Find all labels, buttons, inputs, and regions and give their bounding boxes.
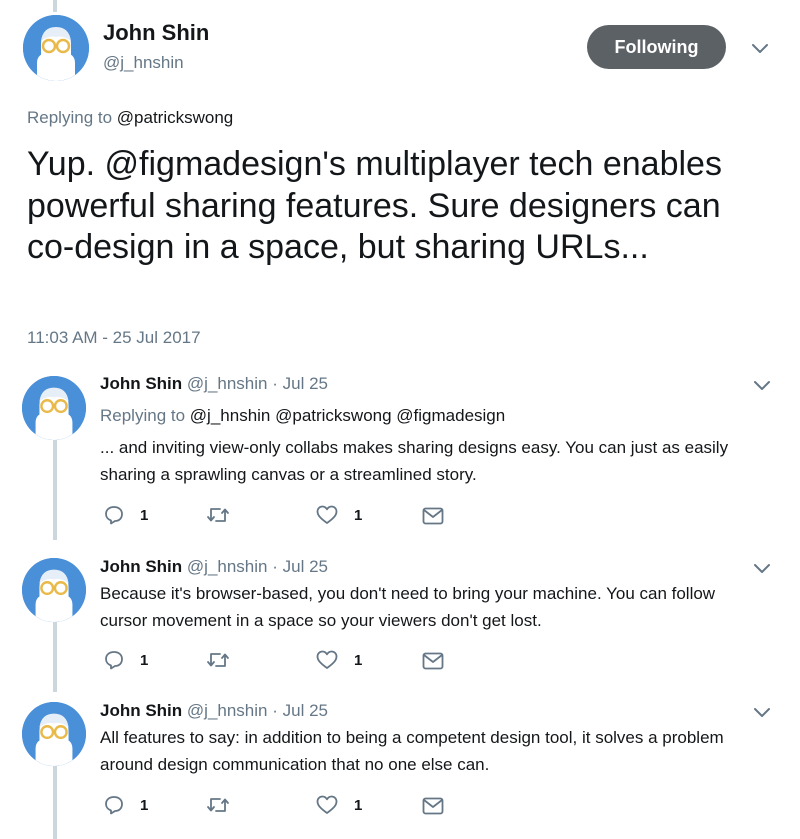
heart-icon [316, 505, 338, 524]
reply-icon [105, 506, 123, 525]
following-button[interactable]: Following [587, 25, 726, 69]
heart-icon [316, 650, 338, 669]
avatar[interactable] [22, 558, 86, 622]
retweet-action[interactable] [205, 795, 231, 815]
retweet-icon [207, 508, 229, 522]
reply-author-handle[interactable]: @j_hnshin [187, 557, 268, 576]
like-action[interactable]: 1 [316, 650, 362, 670]
envelope-icon [422, 797, 444, 815]
replying-prefix: Replying to [27, 108, 113, 127]
reply-date[interactable]: · Jul 25 [272, 701, 328, 720]
avatar-illustration [22, 376, 86, 440]
mention-link[interactable]: @patrickswong [117, 108, 233, 127]
avatar[interactable] [22, 376, 86, 440]
reply-author-handle[interactable]: @j_hnshin [187, 374, 268, 393]
chevron-down-icon[interactable] [753, 563, 771, 575]
author-name[interactable]: John Shin [103, 20, 209, 46]
avatar[interactable] [23, 15, 89, 81]
reply-author-name[interactable]: John Shin [100, 374, 182, 393]
like-count: 1 [354, 796, 363, 814]
direct-message-action[interactable] [422, 507, 444, 525]
reply-count: 1 [140, 651, 149, 669]
retweet-icon [207, 653, 229, 667]
avatar-illustration [23, 15, 89, 81]
chevron-down-icon[interactable] [753, 380, 771, 392]
thread-line-top [53, 0, 57, 12]
reply-icon [105, 651, 123, 670]
avatar-illustration [22, 702, 86, 766]
like-action[interactable]: 1 [316, 795, 362, 815]
replying-to: Replying to @patrickswong [27, 108, 233, 128]
reply-header: John Shin @j_hnshin · Jul 25 [100, 557, 328, 577]
like-action[interactable]: 1 [316, 505, 362, 525]
heart-icon [316, 795, 338, 814]
like-count: 1 [354, 506, 363, 524]
reply-author-handle[interactable]: @j_hnshin [187, 701, 268, 720]
reply-author-name[interactable]: John Shin [100, 701, 182, 720]
replying-prefix: Replying to [100, 406, 186, 425]
reply-action[interactable]: 1 [104, 795, 148, 815]
direct-message-action[interactable] [422, 652, 444, 670]
reply-count: 1 [140, 506, 149, 524]
replying-to: Replying to @j_hnshin @patrickswong @fig… [100, 406, 505, 426]
reply-header: John Shin @j_hnshin · Jul 25 [100, 701, 328, 721]
envelope-icon [422, 652, 444, 670]
thread-line-reply-2 [53, 622, 57, 692]
reply-date[interactable]: · Jul 25 [272, 374, 328, 393]
mention-links[interactable]: @j_hnshin @patrickswong @figmadesign [190, 406, 505, 425]
tweet-timestamp[interactable]: 11:03 AM - 25 Jul 2017 [27, 328, 201, 348]
retweet-icon [207, 798, 229, 812]
reply-count: 1 [140, 796, 149, 814]
avatar-illustration [22, 558, 86, 622]
reply-action[interactable]: 1 [104, 505, 148, 525]
envelope-icon [422, 507, 444, 525]
reply-action[interactable]: 1 [104, 650, 148, 670]
like-count: 1 [354, 651, 363, 669]
tweet-text-start: Yup. [27, 145, 105, 183]
tweet-text: Yup. @figmadesign's multiplayer tech ena… [27, 144, 767, 269]
reply-header: John Shin @j_hnshin · Jul 25 [100, 374, 328, 394]
retweet-action[interactable] [205, 505, 231, 525]
retweet-action[interactable] [205, 650, 231, 670]
avatar[interactable] [22, 702, 86, 766]
reply-author-name[interactable]: John Shin [100, 557, 182, 576]
reply-date[interactable]: · Jul 25 [272, 557, 328, 576]
reply-text: ... and inviting view-only collabs makes… [100, 438, 729, 484]
chevron-down-icon[interactable] [753, 707, 771, 719]
mention-link[interactable]: @figmadesign [105, 145, 323, 183]
chevron-down-icon[interactable] [751, 43, 769, 55]
direct-message-action[interactable] [422, 797, 444, 815]
thread-line-reply-1 [53, 440, 57, 540]
reply-icon [105, 796, 123, 815]
reply-text: Because it's browser-based, you don't ne… [100, 584, 716, 630]
thread-line-reply-3 [53, 766, 57, 839]
reply-text: All features to say: in addition to bein… [100, 728, 724, 774]
author-handle[interactable]: @j_hnshin [103, 53, 184, 73]
